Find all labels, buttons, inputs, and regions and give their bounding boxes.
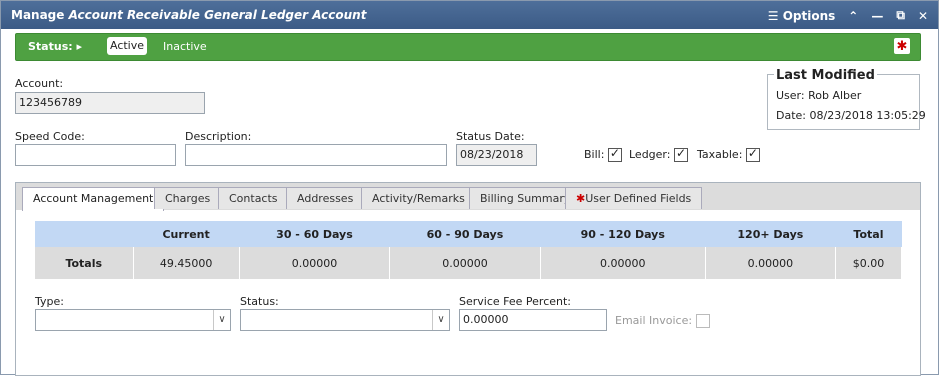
aging-totals-row: Totals 49.45000 0.00000 0.00000 0.00000 …	[35, 247, 903, 279]
email-invoice-group: Email Invoice:	[615, 314, 710, 328]
caret-right-icon: ▸	[76, 40, 83, 53]
totals-current: 49.45000	[133, 247, 240, 279]
totals-30-60: 0.00000	[239, 247, 391, 279]
status-label-text: Status:	[28, 40, 73, 53]
description-field[interactable]	[185, 144, 447, 166]
ledger-checkbox-group: Ledger:	[629, 146, 688, 162]
taxable-checkbox[interactable]	[745, 146, 760, 162]
bill-label: Bill:	[584, 148, 605, 161]
status-date-field[interactable]: 08/23/2018	[456, 144, 537, 166]
tab-user-defined-fields-label: User Defined Fields	[585, 192, 692, 205]
service-fee-field[interactable]: 0.00000	[459, 309, 607, 331]
aging-header-30-60: 30 - 60 Days	[239, 221, 390, 247]
last-modified-title: Last Modified	[774, 68, 877, 83]
status-date-label: Status Date:	[456, 130, 525, 143]
type-label: Type:	[35, 295, 64, 308]
tab-contacts[interactable]: Contacts	[218, 187, 289, 209]
taxable-label: Taxable:	[697, 148, 743, 161]
totals-120-plus: 0.00000	[705, 247, 836, 279]
last-modified-user: User: Rob Alber	[776, 89, 862, 102]
totals-total: $0.00	[835, 247, 903, 279]
status-label: Status: ▸	[28, 40, 82, 53]
description-label: Description:	[185, 130, 252, 143]
manage-ar-gl-account-window: Manage Account Receivable General Ledger…	[0, 0, 939, 376]
chevron-down-icon[interactable]: ∨	[432, 310, 449, 330]
status-bar: Status: ▸ Active Inactive ✱	[15, 33, 921, 61]
window-title: Manage Account Receivable General Ledger…	[11, 8, 366, 22]
tab-user-defined-fields[interactable]: ✱User Defined Fields	[565, 187, 703, 209]
window-controls: ☰ Options ⌃ — ⧉ ✕	[768, 8, 928, 23]
email-invoice-checkbox[interactable]	[695, 314, 710, 328]
aging-header-total: Total	[835, 221, 902, 247]
totals-60-90: 0.00000	[389, 247, 541, 279]
status-dropdown[interactable]: ∨	[240, 309, 450, 331]
required-asterisk-icon[interactable]: ✱	[894, 38, 910, 54]
ledger-checkbox[interactable]	[673, 146, 688, 162]
account-tabs-panel: Account Management Charges Contacts Addr…	[15, 182, 921, 376]
options-label: Options	[782, 8, 836, 23]
title-entity: Account Receivable General Ledger Accoun…	[68, 8, 367, 22]
account-field[interactable]: 123456789	[15, 92, 205, 114]
close-icon[interactable]: ✕	[918, 9, 928, 23]
bill-checkbox-group: Bill:	[584, 146, 622, 162]
totals-label: Totals	[35, 247, 134, 279]
aging-header-90-120: 90 - 120 Days	[540, 221, 706, 247]
popout-icon[interactable]: ⧉	[896, 8, 905, 23]
collapse-icon[interactable]: ⌃	[848, 9, 858, 23]
tab-activity-remarks[interactable]: Activity/Remarks	[361, 187, 476, 209]
aging-header-row: Current 30 - 60 Days 60 - 90 Days 90 - 1…	[35, 221, 902, 247]
tab-charges[interactable]: Charges	[154, 187, 222, 209]
type-dropdown[interactable]: ∨	[35, 309, 231, 331]
speed-code-field[interactable]	[15, 144, 176, 166]
taxable-checkbox-group: Taxable:	[697, 146, 760, 162]
last-modified-date: Date: 08/23/2018 13:05:29	[776, 109, 926, 122]
totals-90-120: 0.00000	[540, 247, 706, 279]
status-inactive-button[interactable]: Inactive	[163, 40, 207, 53]
aging-header-60-90: 60 - 90 Days	[389, 221, 541, 247]
aging-header-blank	[35, 221, 133, 247]
title-prefix: Manage	[11, 8, 69, 22]
speed-code-label: Speed Code:	[15, 130, 85, 143]
required-star-icon: ✱	[576, 192, 586, 205]
title-bar: Manage Account Receivable General Ledger…	[1, 1, 938, 29]
status-active-button[interactable]: Active	[107, 37, 147, 55]
account-label: Account:	[15, 77, 64, 90]
tab-addresses[interactable]: Addresses	[286, 187, 365, 209]
service-fee-label: Service Fee Percent:	[459, 295, 572, 308]
ledger-label: Ledger:	[629, 148, 671, 161]
aging-header-120-plus: 120+ Days	[705, 221, 836, 247]
aging-header-current: Current	[133, 221, 240, 247]
tab-strip: Account Management Charges Contacts Addr…	[16, 183, 920, 211]
chevron-down-icon[interactable]: ∨	[213, 310, 230, 330]
mgmt-status-label: Status:	[240, 295, 279, 308]
bill-checkbox[interactable]	[607, 146, 622, 162]
tab-account-management[interactable]: Account Management	[22, 187, 165, 211]
email-invoice-label: Email Invoice:	[615, 314, 693, 327]
options-button[interactable]: ☰ Options	[768, 9, 836, 23]
aging-table: Current 30 - 60 Days 60 - 90 Days 90 - 1…	[35, 221, 903, 279]
options-menu-icon: ☰	[767, 8, 779, 23]
minimize-icon[interactable]: —	[871, 9, 883, 23]
